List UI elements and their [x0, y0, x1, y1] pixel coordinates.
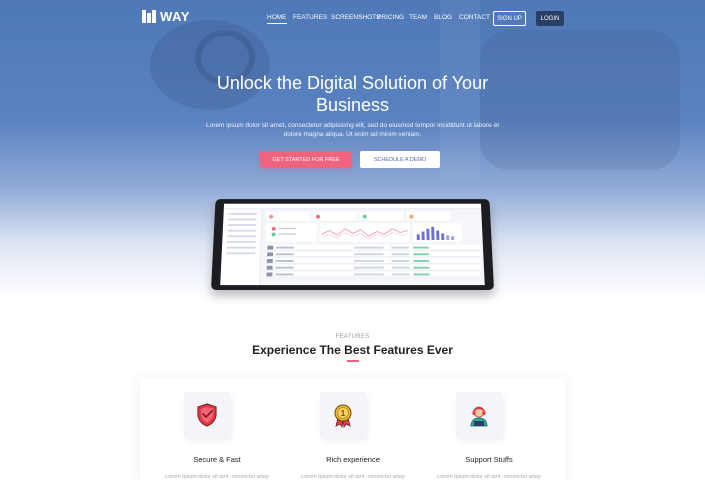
dashboard-tablet-mockup [211, 199, 494, 290]
hero-description: Lorem ipsum dolor sit amet, consectetur … [205, 122, 499, 138]
nav-item-home[interactable]: HOME [267, 14, 287, 24]
svg-text:1: 1 [341, 409, 346, 418]
features-title: Experience The Best Features Ever [252, 343, 453, 357]
signup-button[interactable]: SIGN UP [493, 11, 526, 26]
feature-name: Rich experience [326, 455, 380, 464]
features-section-label: FEATURES [335, 334, 370, 340]
nav-item-contact[interactable]: CONTACT [459, 14, 490, 21]
hero-title: Unlock the Digital Solution of Your Busi… [0, 72, 705, 116]
hero-title-line1: Unlock the Digital Solution of Your [216, 73, 489, 93]
medal-icon: 1 [320, 392, 366, 438]
shield-check-icon [184, 392, 230, 438]
schedule-demo-button[interactable]: SCHEDULE A DEMO [360, 151, 440, 168]
login-button[interactable]: LOGIN [536, 11, 564, 26]
hero-title-line2: Business [315, 95, 390, 115]
feature-text: Lorem ipsum dolor sit amt, consectet ado… [301, 474, 405, 480]
get-started-button[interactable]: GET STARTED FOR FREE [260, 151, 352, 168]
bars-logo-icon [142, 10, 156, 23]
support-agent-icon [456, 392, 502, 438]
nav-item-blog[interactable]: BLOG [434, 14, 452, 21]
feature-text: Lorem ipsum dolor sit amt, consectet ado… [437, 474, 541, 480]
feature-name: Support Stuffs [465, 455, 513, 464]
nav-item-pricing[interactable]: PRICING [377, 14, 404, 21]
logo[interactable]: WAY [142, 9, 190, 24]
nav-item-screenshots[interactable]: SCREENSHOTS [331, 14, 380, 21]
features-title-underline [347, 360, 359, 362]
feature-text: Lorem ipsum dolor sit amt, consectet ado… [165, 474, 269, 480]
nav-item-team[interactable]: TEAM [409, 14, 427, 21]
feature-name: Secure & Fast [193, 455, 241, 464]
nav-item-features[interactable]: FEATURES [293, 14, 327, 21]
top-navbar: WAY HOME FEATURES SCREENSHOTS PRICING TE… [0, 0, 705, 36]
dashboard-screenshot [220, 203, 485, 286]
logo-text: WAY [160, 9, 190, 24]
